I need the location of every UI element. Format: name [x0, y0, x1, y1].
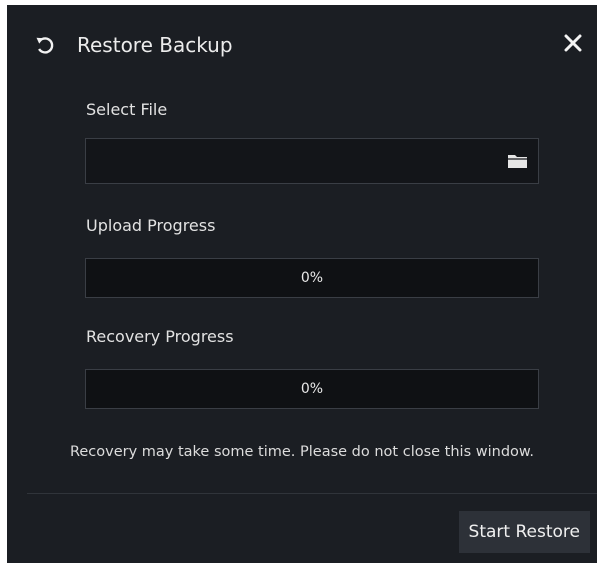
- select-file-label: Select File: [86, 100, 168, 119]
- footer-divider: [27, 493, 597, 494]
- start-restore-button[interactable]: Start Restore: [458, 511, 590, 553]
- folder-icon[interactable]: [506, 149, 530, 173]
- file-path-input[interactable]: [86, 139, 496, 183]
- file-select-field[interactable]: [85, 138, 539, 184]
- restore-icon: [33, 33, 57, 57]
- recovery-progress-text: 0%: [300, 381, 324, 397]
- close-icon[interactable]: [564, 34, 582, 56]
- recovery-progress-label: Recovery Progress: [86, 327, 234, 346]
- upload-progress-label: Upload Progress: [86, 216, 216, 235]
- upload-progress-bar: 0%: [85, 258, 539, 298]
- dialog-title: Restore Backup: [77, 33, 233, 57]
- recovery-notice: Recovery may take some time. Please do n…: [69, 444, 535, 460]
- recovery-progress-bar: 0%: [85, 369, 539, 409]
- restore-backup-dialog: Restore Backup Select File Upload Progre…: [7, 5, 597, 563]
- close-button[interactable]: [559, 31, 587, 59]
- upload-progress-text: 0%: [300, 270, 324, 286]
